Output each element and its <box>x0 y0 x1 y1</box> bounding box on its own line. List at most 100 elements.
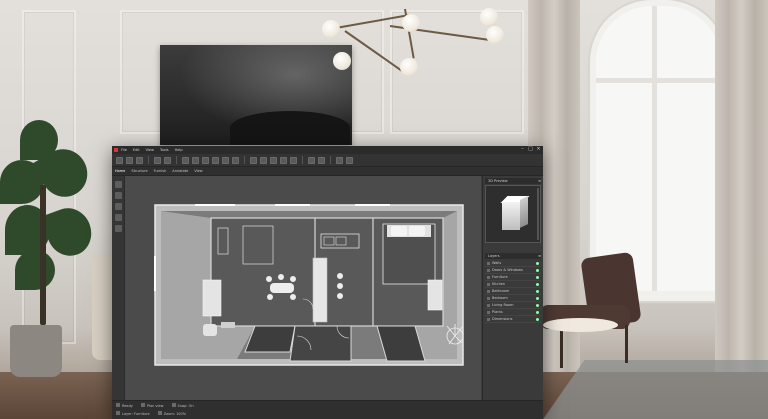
toolbar-separator <box>148 156 149 164</box>
comment-icon[interactable] <box>308 156 315 164</box>
dimension-tool-icon[interactable] <box>232 156 239 164</box>
furniture-tool-icon[interactable] <box>212 156 219 164</box>
visibility-icon[interactable] <box>536 282 539 286</box>
visibility-icon[interactable] <box>536 268 539 272</box>
side-table <box>543 318 618 332</box>
tab-view[interactable]: View <box>194 167 202 175</box>
visibility-icon[interactable] <box>536 275 539 279</box>
tab-annotate[interactable]: Annotate <box>172 167 188 175</box>
status-item[interactable]: Snap: On <box>171 402 194 408</box>
layer-checkbox[interactable] <box>487 296 490 300</box>
close-icon[interactable]: × <box>536 147 541 152</box>
preview-scrollbar[interactable] <box>537 188 539 240</box>
rotate-tool-icon[interactable] <box>114 214 122 221</box>
layer-checkbox[interactable] <box>487 303 490 307</box>
wall-tool-icon[interactable] <box>182 156 189 164</box>
layers-list: Walls Doors & Windows Furniture Kitchen … <box>485 260 541 323</box>
menu-view[interactable]: View <box>146 146 154 154</box>
menu-tools[interactable]: Tools <box>160 146 169 154</box>
pillow <box>391 226 407 236</box>
layer-name: Bedroom <box>492 296 508 300</box>
wall-painting <box>160 45 352 145</box>
plant-pot <box>10 325 62 377</box>
menu-edit[interactable]: Edit <box>133 146 140 154</box>
visibility-icon[interactable] <box>536 310 539 314</box>
status-item[interactable]: Zoom: 100% <box>157 410 186 416</box>
floor-plan-drawing <box>154 204 464 366</box>
toolbar-separator <box>330 156 331 164</box>
toolbar-separator <box>302 156 303 164</box>
layer-checkbox[interactable] <box>487 289 490 293</box>
visibility-icon[interactable] <box>536 317 539 321</box>
layer-checkbox[interactable] <box>487 317 490 321</box>
settings-icon[interactable] <box>336 156 343 164</box>
stool-plan <box>337 293 343 299</box>
camera-icon[interactable] <box>260 156 267 164</box>
open-icon[interactable] <box>126 156 133 164</box>
coffee-table <box>221 322 235 328</box>
preview-cube-side <box>520 196 528 228</box>
layer-row[interactable]: Doors & Windows <box>485 267 541 274</box>
export-icon[interactable] <box>318 156 325 164</box>
layer-row[interactable]: Walls <box>485 260 541 267</box>
layer-row[interactable]: Bedroom <box>485 295 541 302</box>
layer-name: Furniture <box>492 275 508 279</box>
layer-name: Dimensions <box>492 317 513 321</box>
new-icon[interactable] <box>116 156 123 164</box>
door-tool-icon[interactable] <box>192 156 199 164</box>
status-row: Ready Plan view Snap: On <box>112 401 543 409</box>
layer-checkbox[interactable] <box>487 268 490 272</box>
tab-structure[interactable]: Structure <box>131 167 147 175</box>
zoom-icon <box>157 410 162 415</box>
layer-row[interactable]: Plants <box>485 309 541 316</box>
pan-tool-icon[interactable] <box>114 192 122 199</box>
layer-row[interactable]: Furniture <box>485 274 541 281</box>
visibility-icon[interactable] <box>536 303 539 307</box>
floor-plan-viewport[interactable] <box>125 176 481 401</box>
menu-help[interactable]: Help <box>175 146 183 154</box>
layer-row[interactable]: Living Room <box>485 302 541 309</box>
panel-menu-icon[interactable]: ≡ <box>538 178 541 184</box>
zoom-tool-icon[interactable] <box>114 203 122 210</box>
redo-icon[interactable] <box>164 156 171 164</box>
text-tool-icon[interactable] <box>250 156 257 164</box>
toolbar-separator <box>176 156 177 164</box>
layer-checkbox[interactable] <box>487 261 490 265</box>
layers-icon[interactable] <box>280 156 287 164</box>
3d-preview-thumbnail[interactable] <box>485 185 541 243</box>
hallway <box>289 325 352 362</box>
layer-checkbox[interactable] <box>487 275 490 279</box>
room-tool-icon[interactable] <box>222 156 229 164</box>
undo-icon[interactable] <box>154 156 161 164</box>
maximize-icon[interactable]: □ <box>528 147 533 152</box>
measure-icon[interactable] <box>290 156 297 164</box>
visibility-icon[interactable] <box>536 261 539 265</box>
armchair-plan <box>203 324 217 336</box>
tab-home[interactable]: Home <box>115 167 125 175</box>
eyedropper-tool-icon[interactable] <box>114 225 122 232</box>
chandelier-bulb <box>486 26 504 44</box>
layer-row[interactable]: Dimensions <box>485 316 541 323</box>
status-icon <box>116 402 120 407</box>
select-tool-icon[interactable] <box>114 181 122 188</box>
layer-name: Walls <box>492 261 502 265</box>
panel-menu-icon[interactable]: ≡ <box>538 253 541 259</box>
tab-furnish[interactable]: Furnish <box>154 167 167 175</box>
preview-panel-title: 3D Preview <box>488 179 508 183</box>
layer-checkbox[interactable] <box>487 310 490 314</box>
menu-file[interactable]: File <box>121 146 127 154</box>
layer-row[interactable]: Bathroom <box>485 288 541 295</box>
minimize-icon[interactable]: – <box>520 147 525 152</box>
snap-icon <box>171 402 176 407</box>
stool-plan <box>337 283 343 289</box>
render-icon[interactable] <box>270 156 277 164</box>
save-icon[interactable] <box>136 156 143 164</box>
layer-row[interactable]: Kitchen <box>485 281 541 288</box>
window-mullion <box>596 78 721 83</box>
visibility-icon[interactable] <box>536 296 539 300</box>
window-tool-icon[interactable] <box>202 156 209 164</box>
help-icon[interactable] <box>346 156 353 164</box>
visibility-icon[interactable] <box>536 289 539 293</box>
window-controls: – □ × <box>520 147 541 152</box>
layer-checkbox[interactable] <box>487 282 490 286</box>
